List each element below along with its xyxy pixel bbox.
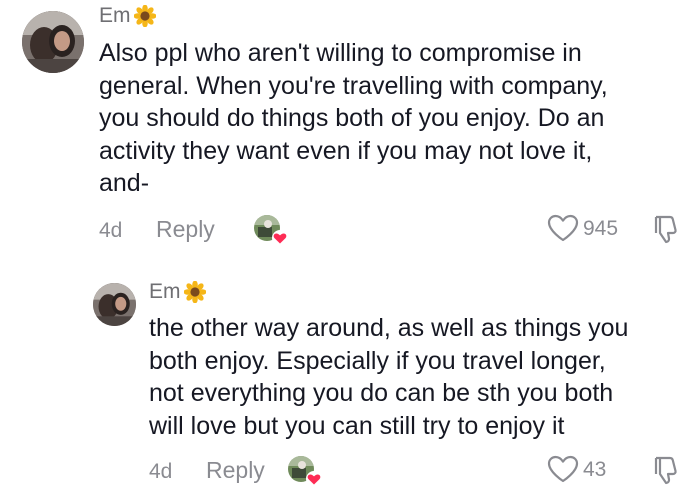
thumbs-down-outline-icon[interactable] [652,214,680,244]
sunflower-icon [133,5,156,27]
comment-line: Also ppl who aren't willing to compromis… [99,39,582,67]
comment-line: the other way around, as well as things … [149,314,629,342]
avatar[interactable] [93,283,136,326]
comment-text: the other way around, as well as things … [149,312,628,442]
sunflower-icon [183,281,206,303]
comment-text: Also ppl who aren't willing to compromis… [99,37,608,200]
comment-line: activity they want even if you may not l… [99,136,593,165]
username-text: Em [149,280,181,303]
comment-line: general. When you're travelling with com… [99,71,608,100]
reply-button[interactable]: Reply [156,216,215,243]
comment-line: not everything you do can be sth you bot… [149,379,614,407]
like-count: 945 [583,217,619,240]
reply-button[interactable]: Reply [206,457,265,484]
heart-outline-icon[interactable] [546,213,580,243]
comment-username[interactable]: Em [99,4,156,28]
thumbs-down-outline-icon[interactable] [652,455,680,485]
comment-line: both enjoy. Especially if you travel lon… [149,346,606,375]
comment-line: you should do things both of you enjoy. … [99,104,605,132]
username-text: Em [99,4,131,27]
heart-outline-icon[interactable] [546,454,580,484]
comment-age: 4d [99,219,123,242]
avatar[interactable] [22,11,84,73]
comment-line: will love but you can still try to enjoy… [149,411,565,440]
comment-age: 4d [149,460,173,483]
like-count: 43 [583,458,607,481]
creator-liked-badge [254,215,288,246]
creator-liked-badge [288,456,322,487]
comment-username[interactable]: Em [149,280,206,304]
creator-liked-heart-icon [272,230,288,246]
creator-liked-heart-icon [306,471,322,487]
comment-line: and- [99,169,150,197]
